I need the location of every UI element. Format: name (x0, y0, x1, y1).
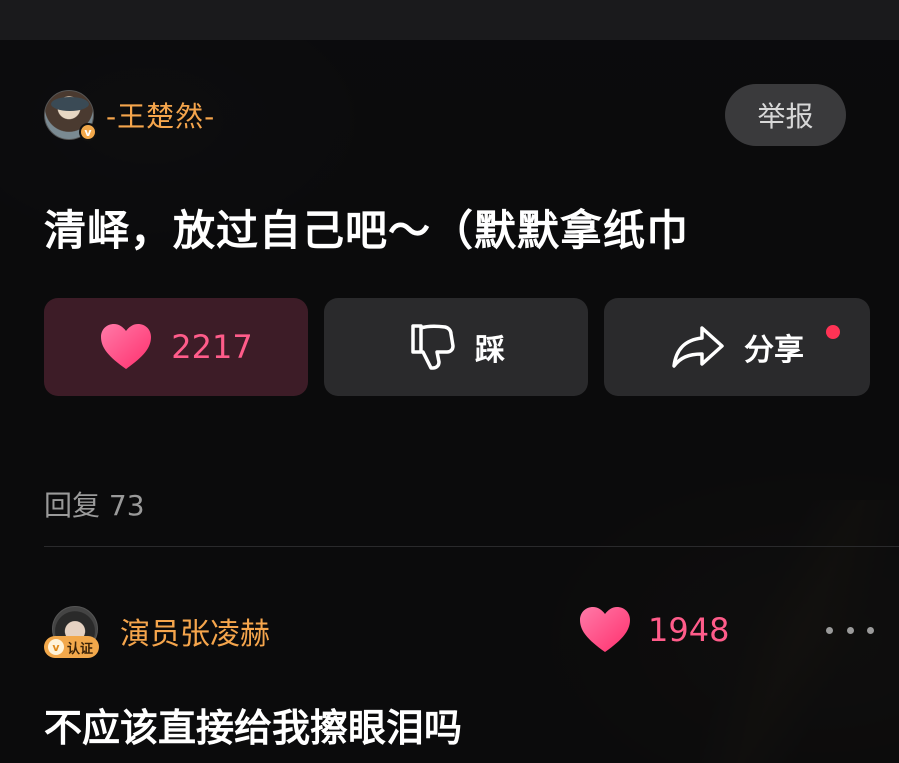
comment-detail-panel: v -王楚然- 举报 清峄，放过自己吧～（默默拿纸巾 2217 踩 分享 回复 … (0, 40, 899, 763)
reply-author-name[interactable]: 演员张凌赫 (120, 609, 270, 653)
share-label: 分享 (744, 333, 804, 368)
comment-author[interactable]: v -王楚然- (44, 90, 215, 141)
reply-like-button[interactable]: 1948 (578, 606, 729, 654)
like-count: 2217 (171, 328, 253, 366)
thumbs-down-icon (411, 324, 455, 370)
verified-label: 认证 (67, 641, 94, 657)
share-arrow-icon (672, 326, 724, 368)
dot (846, 626, 854, 634)
author-name[interactable]: -王楚然- (106, 95, 215, 135)
author-avatar[interactable]: v (44, 90, 97, 141)
verified-badge: v 认证 (44, 636, 100, 658)
heart-icon (101, 324, 152, 369)
dot (826, 626, 833, 634)
reply-count[interactable]: 回复 73 (44, 484, 145, 524)
dislike-button[interactable]: 踩 (324, 298, 588, 396)
reply-avatar[interactable]: v 认证 (44, 606, 100, 658)
comment-text: 清峄，放过自己吧～（默默拿纸巾 (44, 206, 690, 255)
heart-icon (580, 607, 630, 652)
more-dots-icon[interactable] (826, 622, 874, 638)
verified-v-icon: v (48, 639, 64, 655)
dot (867, 626, 874, 634)
divider (44, 546, 899, 547)
share-button[interactable]: 分享 (604, 298, 870, 396)
avatar-hat (51, 97, 89, 111)
like-button[interactable]: 2217 (44, 298, 308, 396)
reply-author[interactable]: v 认证 演员张凌赫 (44, 606, 270, 658)
background-top-strip (0, 0, 899, 40)
notification-dot (826, 325, 840, 339)
reply-like-count: 1948 (648, 611, 730, 649)
report-button[interactable]: 举报 (725, 84, 846, 146)
verified-v-icon: v (79, 123, 97, 141)
reply-text: 不应该直接给我擦眼泪吗 (44, 706, 463, 750)
dislike-label: 踩 (475, 333, 505, 368)
